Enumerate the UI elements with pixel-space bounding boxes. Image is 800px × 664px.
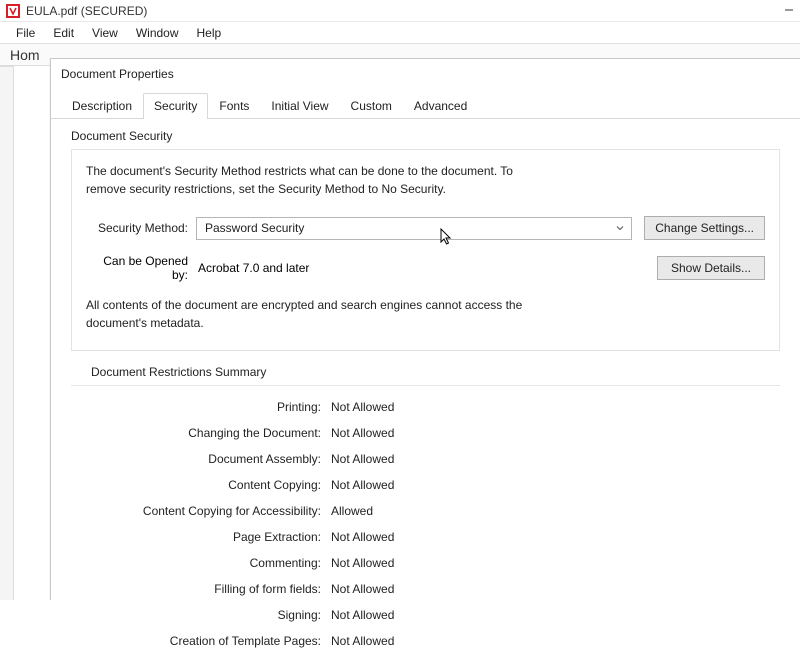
encryption-note: All contents of the document are encrypt… bbox=[86, 296, 586, 332]
restriction-row: Document Assembly: Not Allowed bbox=[81, 446, 770, 472]
restriction-row: Content Copying: Not Allowed bbox=[81, 472, 770, 498]
security-method-value: Password Security bbox=[205, 221, 613, 235]
dialog-tabs: Description Security Fonts Initial View … bbox=[51, 93, 800, 119]
restriction-value: Not Allowed bbox=[331, 556, 394, 570]
restriction-value: Allowed bbox=[331, 504, 373, 518]
restriction-label: Content Copying for Accessibility: bbox=[81, 504, 331, 518]
dialog-title: Document Properties bbox=[51, 59, 800, 93]
app-icon bbox=[6, 4, 20, 18]
tab-initial-view[interactable]: Initial View bbox=[260, 93, 339, 119]
show-details-button[interactable]: Show Details... bbox=[657, 256, 765, 280]
security-method-select[interactable]: Password Security bbox=[196, 217, 632, 240]
opened-by-value: Acrobat 7.0 and later bbox=[196, 261, 645, 275]
security-panel: Document Security The document's Securit… bbox=[51, 119, 800, 664]
restrictions-title: Document Restrictions Summary bbox=[71, 351, 780, 386]
restriction-row: Page Extraction: Not Allowed bbox=[81, 524, 770, 550]
menu-edit[interactable]: Edit bbox=[45, 24, 82, 42]
tab-advanced[interactable]: Advanced bbox=[403, 93, 478, 119]
restriction-label: Printing: bbox=[81, 400, 331, 414]
restriction-value: Not Allowed bbox=[331, 608, 394, 622]
menu-help[interactable]: Help bbox=[189, 24, 230, 42]
restrictions-list: Printing: Not Allowed Changing the Docum… bbox=[61, 386, 790, 654]
restriction-row: Printing: Not Allowed bbox=[81, 394, 770, 420]
document-security-label: Document Security bbox=[61, 119, 790, 149]
opened-by-label: Can be Opened by: bbox=[86, 254, 196, 282]
restriction-value: Not Allowed bbox=[331, 426, 394, 440]
restriction-row: Creation of Template Pages: Not Allowed bbox=[81, 628, 770, 654]
menubar: File Edit View Window Help bbox=[0, 22, 800, 44]
menu-window[interactable]: Window bbox=[128, 24, 187, 42]
document-security-group: The document's Security Method restricts… bbox=[71, 149, 780, 351]
restriction-row: Changing the Document: Not Allowed bbox=[81, 420, 770, 446]
restriction-row: Content Copying for Accessibility: Allow… bbox=[81, 498, 770, 524]
tab-custom[interactable]: Custom bbox=[340, 93, 403, 119]
restriction-label: Content Copying: bbox=[81, 478, 331, 492]
restriction-label: Creation of Template Pages: bbox=[81, 634, 331, 648]
restriction-label: Signing: bbox=[81, 608, 331, 622]
change-settings-button[interactable]: Change Settings... bbox=[644, 216, 765, 240]
document-properties-dialog: Document Properties Description Security… bbox=[50, 58, 800, 600]
restriction-value: Not Allowed bbox=[331, 452, 394, 466]
security-description: The document's Security Method restricts… bbox=[86, 162, 556, 198]
restriction-row: Commenting: Not Allowed bbox=[81, 550, 770, 576]
tab-security[interactable]: Security bbox=[143, 93, 208, 119]
restriction-value: Not Allowed bbox=[331, 400, 394, 414]
restriction-value: Not Allowed bbox=[331, 582, 394, 596]
menu-file[interactable]: File bbox=[8, 24, 43, 42]
tab-fonts[interactable]: Fonts bbox=[208, 93, 260, 119]
sidebar-stub bbox=[0, 66, 14, 600]
restriction-label: Page Extraction: bbox=[81, 530, 331, 544]
window-title: EULA.pdf (SECURED) bbox=[26, 4, 784, 18]
menu-view[interactable]: View bbox=[84, 24, 126, 42]
security-method-label: Security Method: bbox=[86, 221, 196, 235]
chevron-down-icon bbox=[613, 221, 627, 235]
opened-by-row: Can be Opened by: Acrobat 7.0 and later … bbox=[86, 254, 765, 282]
restriction-label: Commenting: bbox=[81, 556, 331, 570]
home-tab[interactable]: Hom bbox=[10, 47, 40, 63]
minimize-icon[interactable] bbox=[784, 4, 794, 18]
restriction-row: Filling of form fields: Not Allowed bbox=[81, 576, 770, 602]
restriction-value: Not Allowed bbox=[331, 478, 394, 492]
restriction-label: Filling of form fields: bbox=[81, 582, 331, 596]
restriction-label: Changing the Document: bbox=[81, 426, 331, 440]
restriction-label: Document Assembly: bbox=[81, 452, 331, 466]
security-method-row: Security Method: Password Security Chang… bbox=[86, 216, 765, 240]
restriction-value: Not Allowed bbox=[331, 530, 394, 544]
window-titlebar: EULA.pdf (SECURED) bbox=[0, 0, 800, 22]
restriction-row: Signing: Not Allowed bbox=[81, 602, 770, 628]
restriction-value: Not Allowed bbox=[331, 634, 394, 648]
tab-description[interactable]: Description bbox=[61, 93, 143, 119]
window-controls bbox=[784, 4, 794, 18]
